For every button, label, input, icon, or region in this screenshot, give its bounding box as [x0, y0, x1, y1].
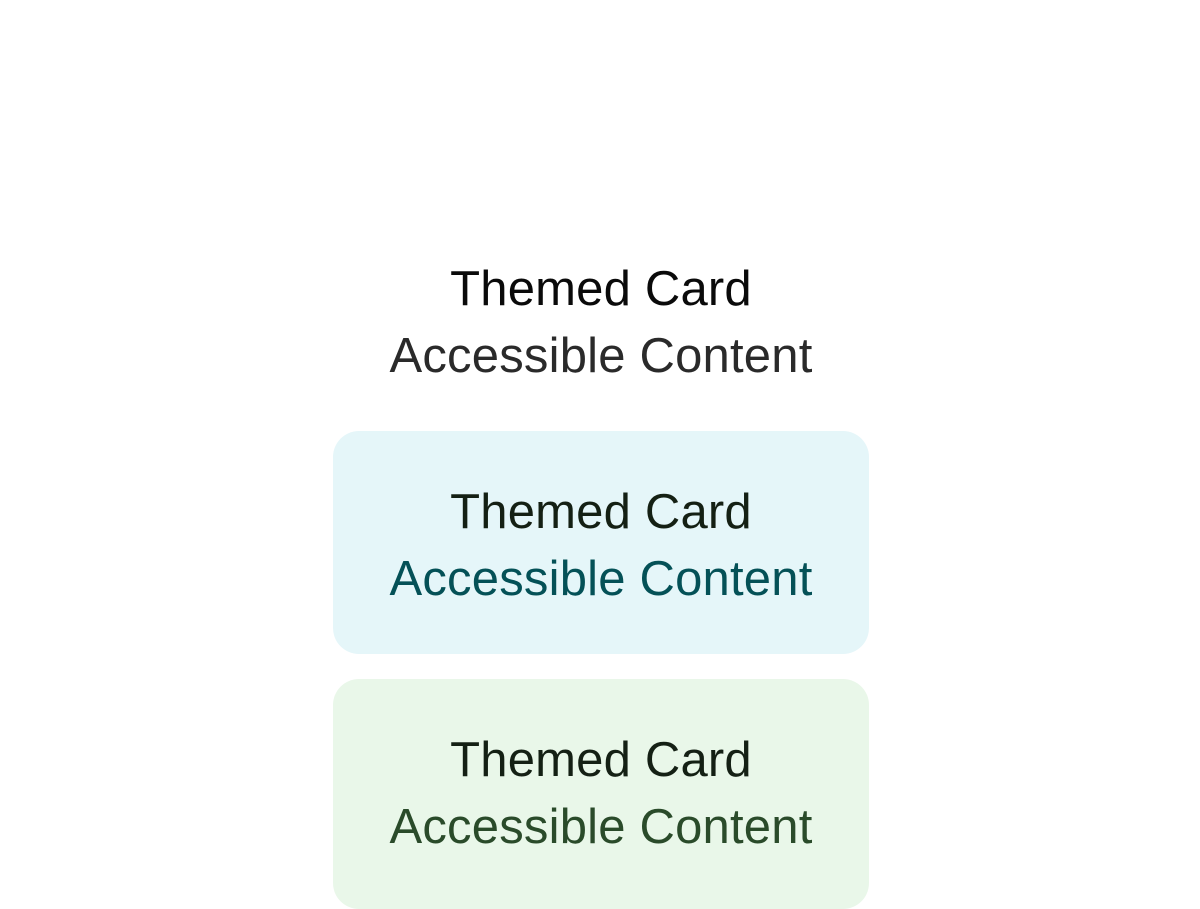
card-title: Themed Card	[450, 485, 752, 539]
themed-card-green: Themed Card Accessible Content	[333, 679, 869, 909]
card-title: Themed Card	[450, 262, 752, 316]
themed-card-default: Themed Card Accessible Content	[333, 208, 869, 430]
card-content: Accessible Content	[389, 800, 813, 854]
card-title: Themed Card	[450, 733, 752, 787]
card-content: Accessible Content	[389, 329, 813, 383]
card-content: Accessible Content	[389, 552, 813, 606]
themed-card-cyan: Themed Card Accessible Content	[333, 431, 869, 654]
